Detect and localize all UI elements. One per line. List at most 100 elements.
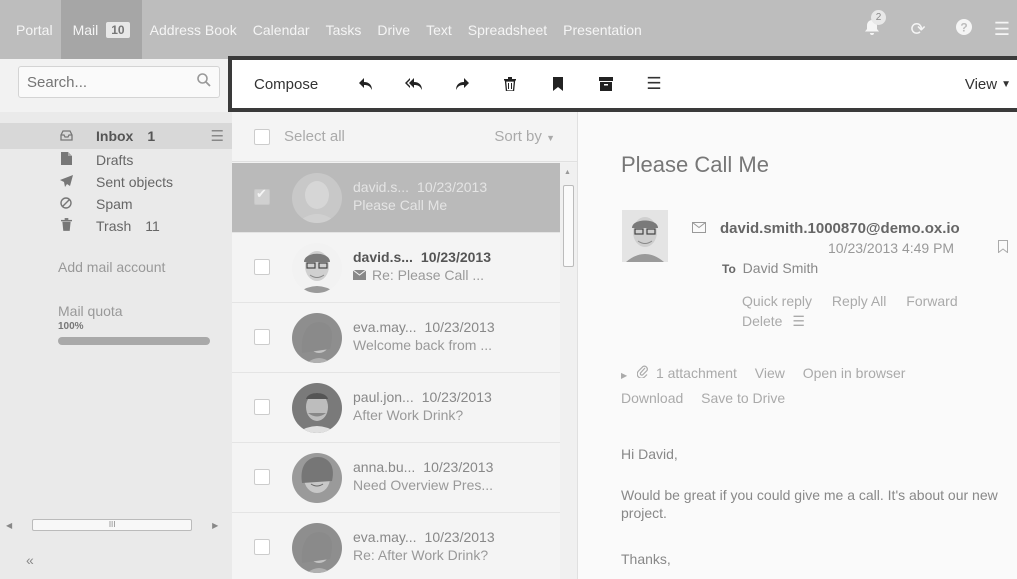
sender-avatar — [292, 243, 342, 293]
message-row[interactable]: ✔ david.s... 10/23/2013 Please Call Me — [232, 163, 577, 233]
attachment-download-link[interactable]: Download — [621, 390, 683, 406]
help-icon[interactable]: ? — [941, 18, 987, 41]
caret-down-icon: ▼ — [546, 133, 555, 143]
nav-tasks[interactable]: Tasks — [318, 22, 370, 38]
message-subject: After Work Drink? — [353, 407, 464, 423]
message-sender: anna.bu... 10/23/2013 — [353, 459, 493, 475]
sender-address[interactable]: david.smith.1000870@demo.ox.io — [720, 220, 960, 237]
forward-icon[interactable] — [438, 77, 486, 91]
more-actions-icon[interactable]: ☰ — [792, 313, 805, 329]
message-checkbox[interactable] — [254, 399, 270, 415]
reply-all-icon[interactable] — [390, 77, 438, 91]
message-subject: Please Call Me — [353, 197, 448, 213]
folder-sidebar: Inbox 1 ☰ Drafts Sent objects Spam Trash… — [0, 112, 232, 579]
sort-by-label: Sort by — [494, 128, 542, 145]
sender-avatar — [622, 210, 668, 262]
delete-link[interactable]: Delete — [742, 313, 782, 329]
message-checkbox[interactable] — [254, 539, 270, 555]
top-navigation-bar: Portal Mail 10 Address Book Calendar Tas… — [0, 0, 1017, 59]
folder-drafts[interactable]: Drafts — [0, 149, 232, 171]
folder-inbox[interactable]: Inbox 1 ☰ — [0, 123, 232, 149]
message-sender: eva.may... 10/23/2013 — [353, 319, 495, 335]
refresh-icon[interactable]: ⟳ — [895, 19, 941, 40]
view-dropdown[interactable]: View ▼ — [965, 76, 1017, 93]
attachment-count[interactable]: 1 attachment — [656, 365, 737, 381]
bookmark-icon[interactable] — [998, 240, 1008, 256]
mail-quota-percent: 100% — [58, 321, 84, 332]
folder-spam[interactable]: Spam — [0, 193, 232, 215]
sender-avatar — [292, 313, 342, 363]
sent-icon — [58, 174, 74, 190]
checkmark-icon: ✔ — [256, 186, 267, 201]
nav-spreadsheet[interactable]: Spreadsheet — [460, 22, 555, 38]
compose-button[interactable]: Compose — [232, 76, 342, 93]
expand-caret-icon[interactable]: ▶ — [621, 371, 627, 380]
folder-trash[interactable]: Trash 11 — [0, 215, 232, 237]
attachment-open-browser-link[interactable]: Open in browser — [803, 365, 906, 381]
scrollbar-thumb[interactable] — [563, 185, 574, 267]
nav-address-book[interactable]: Address Book — [142, 22, 245, 38]
message-preview: Re: Please Call ... — [352, 267, 485, 283]
sidebar-horizontal-scrollbar[interactable]: ◀ III ▶ — [6, 518, 224, 532]
flag-icon[interactable] — [534, 77, 582, 91]
message-list-header: Select all Sort by ▼ — [232, 112, 577, 162]
nav-presentation[interactable]: Presentation — [555, 22, 650, 38]
nav-calendar[interactable]: Calendar — [245, 22, 318, 38]
scrollbar-thumb[interactable]: III — [32, 519, 193, 531]
archive-icon[interactable] — [582, 77, 630, 91]
message-body-greeting: Hi David, — [621, 446, 678, 462]
reply-icon[interactable] — [342, 77, 390, 91]
select-all-checkbox[interactable] — [254, 128, 270, 145]
nav-mail[interactable]: Mail 10 — [60, 0, 142, 59]
sort-by-dropdown[interactable]: Sort by ▼ — [494, 128, 555, 145]
bell-icon[interactable]: 2 — [849, 10, 895, 41]
menu-icon[interactable]: ☰ — [987, 19, 1017, 40]
attachment-save-drive-link[interactable]: Save to Drive — [701, 390, 785, 406]
attachment-view-link[interactable]: View — [755, 365, 785, 381]
message-checkbox[interactable] — [254, 259, 270, 275]
attachment-actions: Download Save to Drive — [621, 390, 799, 406]
folder-count: 1 — [147, 128, 156, 144]
sender-name: eva.may... — [353, 319, 417, 335]
message-date: 10/23/2013 — [421, 389, 492, 405]
folder-menu-icon[interactable]: ☰ — [211, 127, 224, 145]
message-actions-secondary: Delete ☰ — [742, 313, 805, 330]
message-row[interactable]: david.s... 10/23/2013 Re: Please Call ... — [232, 233, 577, 303]
scroll-left-icon[interactable]: ◀ — [6, 521, 12, 530]
more-icon[interactable]: ☰ — [630, 74, 678, 94]
folder-label: Drafts — [96, 152, 134, 168]
message-subject: Re: Please Call ... — [372, 267, 485, 283]
delete-icon[interactable] — [486, 77, 534, 91]
recipient-name[interactable]: David Smith — [743, 260, 818, 276]
nav-portal[interactable]: Portal — [8, 22, 61, 38]
message-subject: Please Call Me — [621, 152, 769, 177]
forward-link[interactable]: Forward — [906, 293, 957, 309]
message-checkbox[interactable] — [254, 329, 270, 345]
message-subject: Re: After Work Drink? — [353, 547, 489, 563]
scroll-right-icon[interactable]: ▶ — [212, 521, 218, 530]
collapse-sidebar-button[interactable]: « — [26, 552, 34, 568]
sender-avatar — [292, 383, 342, 433]
message-row[interactable]: eva.may... 10/23/2013 Welcome back from ..… — [232, 303, 577, 373]
search-input[interactable] — [19, 67, 189, 97]
mail-quota-bar — [58, 337, 210, 345]
scroll-up-icon[interactable]: ▲ — [564, 169, 571, 176]
message-sender: paul.jon... 10/23/2013 — [353, 389, 492, 405]
inbox-icon — [58, 129, 74, 144]
search-icon[interactable] — [197, 73, 211, 90]
nav-text[interactable]: Text — [418, 22, 460, 38]
folder-sent[interactable]: Sent objects — [0, 171, 232, 193]
message-row[interactable]: paul.jon... 10/23/2013 After Work Drink? — [232, 373, 577, 443]
message-row[interactable]: eva.may... 10/23/2013 Re: After Work Drink… — [232, 513, 577, 579]
message-subject: Need Overview Pres... — [353, 477, 494, 493]
sender-name: paul.jon... — [353, 389, 414, 405]
add-mail-account-link[interactable]: Add mail account — [0, 259, 232, 275]
message-list-scrollbar[interactable]: ▲ — [560, 163, 577, 579]
message-preview: Need Overview Pres... — [353, 477, 493, 493]
quick-reply-link[interactable]: Quick reply — [742, 293, 812, 309]
reply-all-link[interactable]: Reply All — [832, 293, 886, 309]
message-checkbox[interactable] — [254, 469, 270, 485]
message-row[interactable]: anna.bu... 10/23/2013 Need Overview Pres..… — [232, 443, 577, 513]
nav-drive[interactable]: Drive — [369, 22, 418, 38]
select-all-label[interactable]: Select all — [284, 128, 345, 145]
